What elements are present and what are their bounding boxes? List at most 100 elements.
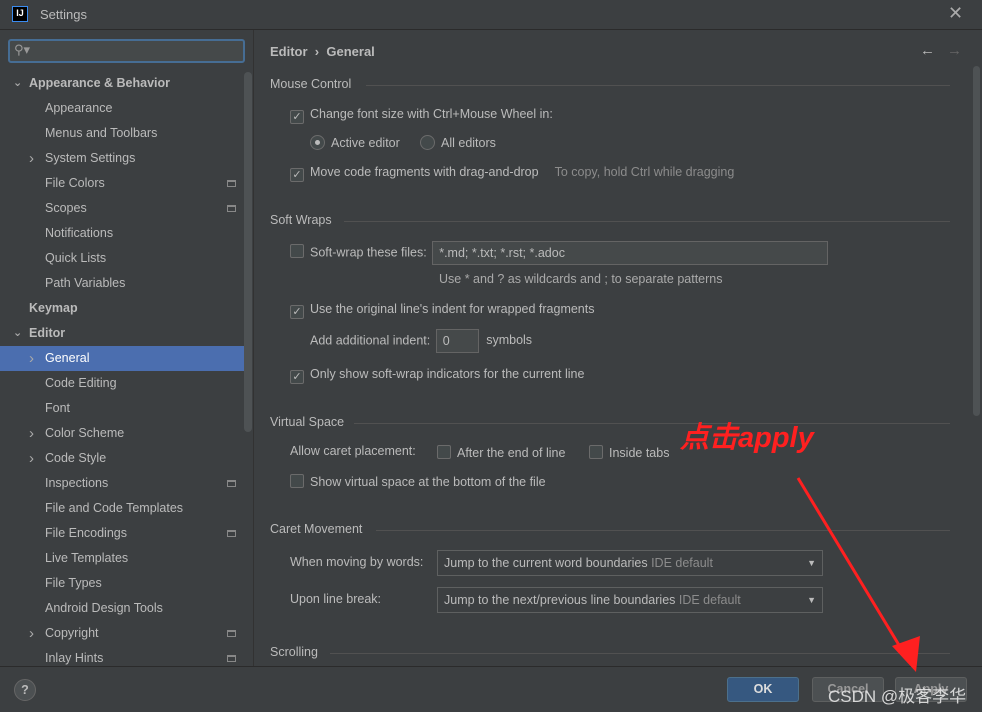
label: Change font size with Ctrl+Mouse Wheel i… (310, 107, 553, 121)
sidebar-item[interactable]: Notifications (0, 221, 252, 246)
chevron-right-icon[interactable]: › (29, 446, 34, 471)
sidebar-item[interactable]: Inspections (0, 471, 252, 496)
search-icon: ⚲▾ (14, 42, 31, 57)
checkbox[interactable] (290, 244, 304, 259)
chevron-right-icon[interactable]: › (29, 146, 34, 171)
sidebar-item[interactable]: File Colors (0, 171, 252, 196)
project-scope-icon (227, 480, 236, 487)
sidebar-item-label: Path Variables (45, 276, 126, 290)
sidebar-item-label: Editor (29, 326, 66, 340)
chevron-right-icon[interactable]: › (29, 621, 34, 646)
sidebar: ⚲▾ ⌄ Appearance & Behavior Appearance Menus… (0, 30, 254, 666)
sidebar-item-label: Appearance & Behavior (29, 76, 171, 90)
sidebar-item[interactable]: Font (0, 396, 252, 421)
all-editors-option[interactable]: All editors (420, 135, 496, 150)
divider (344, 221, 950, 222)
sidebar-item[interactable]: Live Templates (0, 546, 252, 571)
label: After the end of line (457, 446, 566, 460)
sidebar-item[interactable]: › Code Style (0, 446, 252, 471)
sidebar-scrollbar[interactable] (244, 72, 252, 432)
chevron-right-icon[interactable]: › (29, 346, 34, 371)
sidebar-item[interactable]: Android Design Tools (0, 596, 252, 621)
project-scope-icon (227, 205, 236, 212)
sidebar-item[interactable]: Scopes (0, 196, 252, 221)
label: Inside tabs (609, 446, 670, 460)
sidebar-item[interactable]: File Encodings (0, 521, 252, 546)
breadcrumb-separator: › (314, 44, 320, 59)
label: Soft-wrap these files: (310, 245, 427, 260)
drag-drop-option[interactable]: ✓ Move code fragments with drag-and-drop T… (290, 165, 734, 182)
ok-button[interactable]: OK (727, 677, 799, 702)
line-break-label: Upon line break: (290, 592, 382, 606)
font-size-option[interactable]: ✓ Change font size with Ctrl+Mouse Wheel … (290, 107, 553, 124)
sidebar-item[interactable]: Quick Lists (0, 246, 252, 271)
breadcrumb-parent[interactable]: Editor (270, 44, 308, 59)
breadcrumb-current: General (326, 44, 375, 59)
value: Jump to the current word boundaries (444, 556, 648, 570)
moving-by-words-label: When moving by words: (290, 555, 424, 569)
project-scope-icon (227, 180, 236, 187)
checkbox-checked[interactable]: ✓ (290, 305, 304, 319)
sidebar-item-label: General (45, 351, 90, 365)
after-end-option[interactable]: After the end of line (437, 445, 565, 460)
soft-wrap-files-input[interactable]: *.md; *.txt; *.rst; *.adoc (432, 241, 829, 265)
inside-tabs-option[interactable]: Inside tabs (589, 445, 669, 460)
sidebar-item[interactable]: ⌄ Editor (0, 321, 252, 346)
section-scrolling: Scrolling (270, 645, 318, 659)
help-button[interactable]: ? (14, 679, 36, 701)
sidebar-item[interactable]: File and Code Templates (0, 496, 252, 521)
chevron-right-icon[interactable]: › (29, 421, 34, 446)
checkbox[interactable] (290, 474, 304, 488)
sidebar-item[interactable]: Keymap (0, 296, 252, 321)
section-mouse-control: Mouse Control (270, 77, 352, 91)
checkbox-checked[interactable]: ✓ (290, 370, 304, 384)
checkbox[interactable] (589, 445, 603, 459)
sidebar-item[interactable]: Menus and Toolbars (0, 121, 252, 146)
sidebar-item[interactable]: › System Settings (0, 146, 252, 171)
line-break-dropdown[interactable]: Jump to the next/previous line boundarie… (437, 587, 823, 613)
sidebar-item[interactable]: › Color Scheme (0, 421, 252, 446)
original-indent-option[interactable]: ✓ Use the original line's indent for wrap… (290, 302, 595, 319)
sidebar-item-label: File Types (45, 576, 102, 590)
soft-wrap-indicators-option[interactable]: ✓ Only show soft-wrap indicators for the … (290, 367, 584, 384)
moving-by-words-dropdown[interactable]: Jump to the current word boundaries IDE … (437, 550, 823, 576)
sidebar-item-label: Code Editing (45, 376, 117, 390)
checkbox-checked[interactable]: ✓ (290, 168, 304, 182)
checkbox[interactable] (437, 445, 451, 459)
additional-indent-input[interactable]: 0 (435, 329, 479, 353)
project-scope-icon (227, 655, 236, 662)
close-icon[interactable]: ✕ (948, 3, 963, 24)
sidebar-item[interactable]: Path Variables (0, 271, 252, 296)
chevron-down-icon[interactable]: ⌄ (13, 71, 22, 96)
sidebar-item[interactable]: Appearance (0, 96, 252, 121)
hint: IDE default (678, 593, 741, 607)
virtual-space-bottom-option[interactable]: Show virtual space at the bottom of the … (290, 474, 546, 489)
forward-arrow-icon[interactable]: → (947, 42, 962, 59)
sidebar-item[interactable]: › Copyright (0, 621, 252, 646)
sidebar-item[interactable]: ⌄ Appearance & Behavior (0, 71, 252, 96)
sidebar-item[interactable]: › General (0, 346, 252, 371)
checkbox-checked[interactable]: ✓ (290, 110, 304, 124)
radio[interactable] (420, 135, 435, 150)
sidebar-item-label: Keymap (29, 301, 78, 315)
label: Show virtual space at the bottom of the … (310, 475, 546, 489)
chevron-down-icon[interactable]: ⌄ (13, 321, 22, 346)
main-scrollbar[interactable] (973, 66, 980, 416)
label: Move code fragments with drag-and-drop (310, 165, 539, 179)
back-arrow-icon[interactable]: ← (920, 42, 935, 59)
search-input[interactable]: ⚲▾ (8, 39, 245, 63)
section-soft-wraps: Soft Wraps (270, 213, 332, 227)
project-scope-icon (227, 530, 236, 537)
sidebar-item-label: Color Scheme (45, 426, 125, 440)
sidebar-item-label: Code Style (45, 451, 107, 465)
sidebar-item-label: Android Design Tools (45, 601, 163, 615)
sidebar-item-label: Inspections (45, 476, 109, 490)
active-editor-option[interactable]: Active editor (310, 135, 400, 150)
radio-selected[interactable] (310, 135, 325, 150)
sidebar-item-label: Copyright (45, 626, 99, 640)
sidebar-item[interactable]: Code Editing (0, 371, 252, 396)
sidebar-item[interactable]: File Types (0, 571, 252, 596)
hint: To copy, hold Ctrl while dragging (554, 165, 735, 179)
sidebar-item-label: File and Code Templates (45, 501, 184, 515)
soft-wrap-files-option[interactable]: Soft-wrap these files: *.md; *.txt; *.rs… (290, 241, 829, 265)
